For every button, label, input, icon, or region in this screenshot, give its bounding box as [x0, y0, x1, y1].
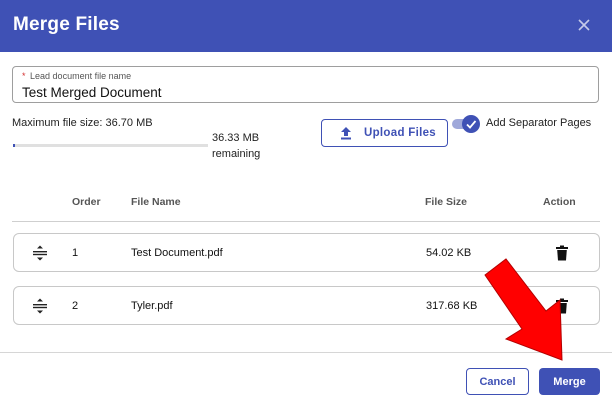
- column-header-order: Order: [72, 196, 101, 208]
- lead-document-name-field[interactable]: * Lead document file name: [12, 66, 599, 103]
- upload-icon: [341, 127, 351, 140]
- check-icon: [466, 120, 477, 129]
- delete-icon[interactable]: [555, 298, 569, 314]
- max-file-size-text: Maximum file size: 36.70 MB: [12, 117, 153, 129]
- storage-progress-fill: [13, 144, 15, 147]
- table-row: 1 Test Document.pdf 54.02 KB: [13, 233, 600, 272]
- row-order: 1: [72, 247, 79, 259]
- upload-files-button[interactable]: Upload Files: [321, 119, 448, 147]
- toggle-knob: [462, 115, 480, 133]
- close-icon[interactable]: [576, 17, 592, 33]
- lead-document-name-label: * Lead document file name: [22, 71, 131, 81]
- remaining-size-text: 36.33 MB remaining: [212, 132, 261, 160]
- merge-button[interactable]: Merge: [539, 368, 600, 395]
- table-header-divider: [12, 221, 600, 222]
- required-marker: *: [22, 71, 26, 81]
- drag-handle-icon[interactable]: [32, 298, 48, 314]
- column-header-file-name: File Name: [131, 196, 181, 208]
- table-row: 2 Tyler.pdf 317.68 KB: [13, 286, 600, 325]
- upload-files-label: Upload Files: [364, 127, 436, 139]
- dialog-title: Merge Files: [13, 14, 120, 35]
- row-file-name: Test Document.pdf: [131, 247, 223, 259]
- separator-pages-label: Add Separator Pages: [486, 117, 592, 129]
- footer-divider: [0, 352, 612, 353]
- column-header-file-size: File Size: [425, 196, 468, 208]
- lead-document-name-label-text: Lead document file name: [30, 71, 132, 81]
- storage-progress-bar: [13, 144, 208, 147]
- lead-document-name-input[interactable]: [22, 85, 582, 100]
- drag-handle-icon[interactable]: [32, 245, 48, 261]
- row-file-size: 54.02 KB: [426, 247, 472, 259]
- delete-icon[interactable]: [555, 245, 569, 261]
- cancel-button[interactable]: Cancel: [466, 368, 529, 395]
- row-file-name: Tyler.pdf: [131, 300, 173, 312]
- dialog-header: Merge Files: [0, 0, 612, 52]
- row-order: 2: [72, 300, 79, 312]
- row-file-size: 317.68 KB: [426, 300, 478, 312]
- column-header-action: Action: [543, 196, 576, 208]
- separator-pages-toggle[interactable]: [452, 115, 480, 133]
